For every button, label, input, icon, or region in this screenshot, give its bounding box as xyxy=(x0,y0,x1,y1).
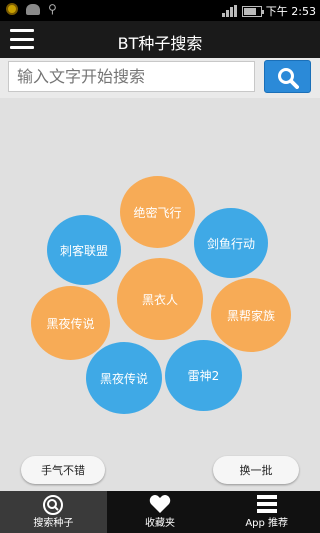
nav-label: 搜索种子 xyxy=(33,518,74,529)
tag-bubble[interactable]: 剑鱼行动 xyxy=(194,208,268,278)
tag-bubble[interactable]: 雷神2 xyxy=(165,340,242,411)
signal-icon xyxy=(221,5,238,17)
notification-icon xyxy=(6,3,18,15)
status-bar-right: 下午 2:53 xyxy=(221,3,316,19)
battery-icon xyxy=(241,5,264,17)
search-button[interactable] xyxy=(264,60,311,93)
app-header: BT种子搜索 xyxy=(0,21,320,58)
status-bar-left: ⚲ xyxy=(6,3,57,15)
status-bar: ⚲ 下午 2:53 xyxy=(0,0,320,21)
status-time: 下午 2:53 xyxy=(265,5,316,18)
refresh-button[interactable]: 换一批 xyxy=(213,456,299,484)
lucky-button[interactable]: 手气不错 xyxy=(21,456,105,484)
search-input[interactable] xyxy=(8,61,255,92)
search-bar xyxy=(0,58,320,98)
tag-bubble[interactable]: 绝密飞行 xyxy=(120,176,195,248)
heart-icon xyxy=(149,495,171,513)
bottom-nav: 搜索种子 收藏夹 App 推荐 xyxy=(0,491,320,533)
nav-item-search[interactable]: 搜索种子 xyxy=(0,491,107,533)
usb-icon: ⚲ xyxy=(48,2,57,16)
nav-label: App 推荐 xyxy=(245,518,289,529)
tag-bubble[interactable]: 黑夜传说 xyxy=(86,342,162,414)
nav-item-app-recommend[interactable]: App 推荐 xyxy=(213,491,320,533)
list-icon xyxy=(256,495,277,513)
tag-bubble[interactable]: 黑帮家族 xyxy=(211,278,291,352)
tag-bubble[interactable]: 黑衣人 xyxy=(117,258,203,340)
tag-bubble[interactable]: 刺客联盟 xyxy=(47,215,121,285)
nav-label: 收藏夹 xyxy=(145,518,175,529)
nav-item-favorites[interactable]: 收藏夹 xyxy=(107,491,214,533)
page-title: BT种子搜索 xyxy=(117,34,203,53)
battery-level xyxy=(243,7,256,15)
android-debug-icon xyxy=(26,3,40,15)
search-circle-icon xyxy=(43,495,64,515)
tag-bubble[interactable]: 黑夜传说 xyxy=(31,286,110,360)
search-icon xyxy=(278,68,299,89)
